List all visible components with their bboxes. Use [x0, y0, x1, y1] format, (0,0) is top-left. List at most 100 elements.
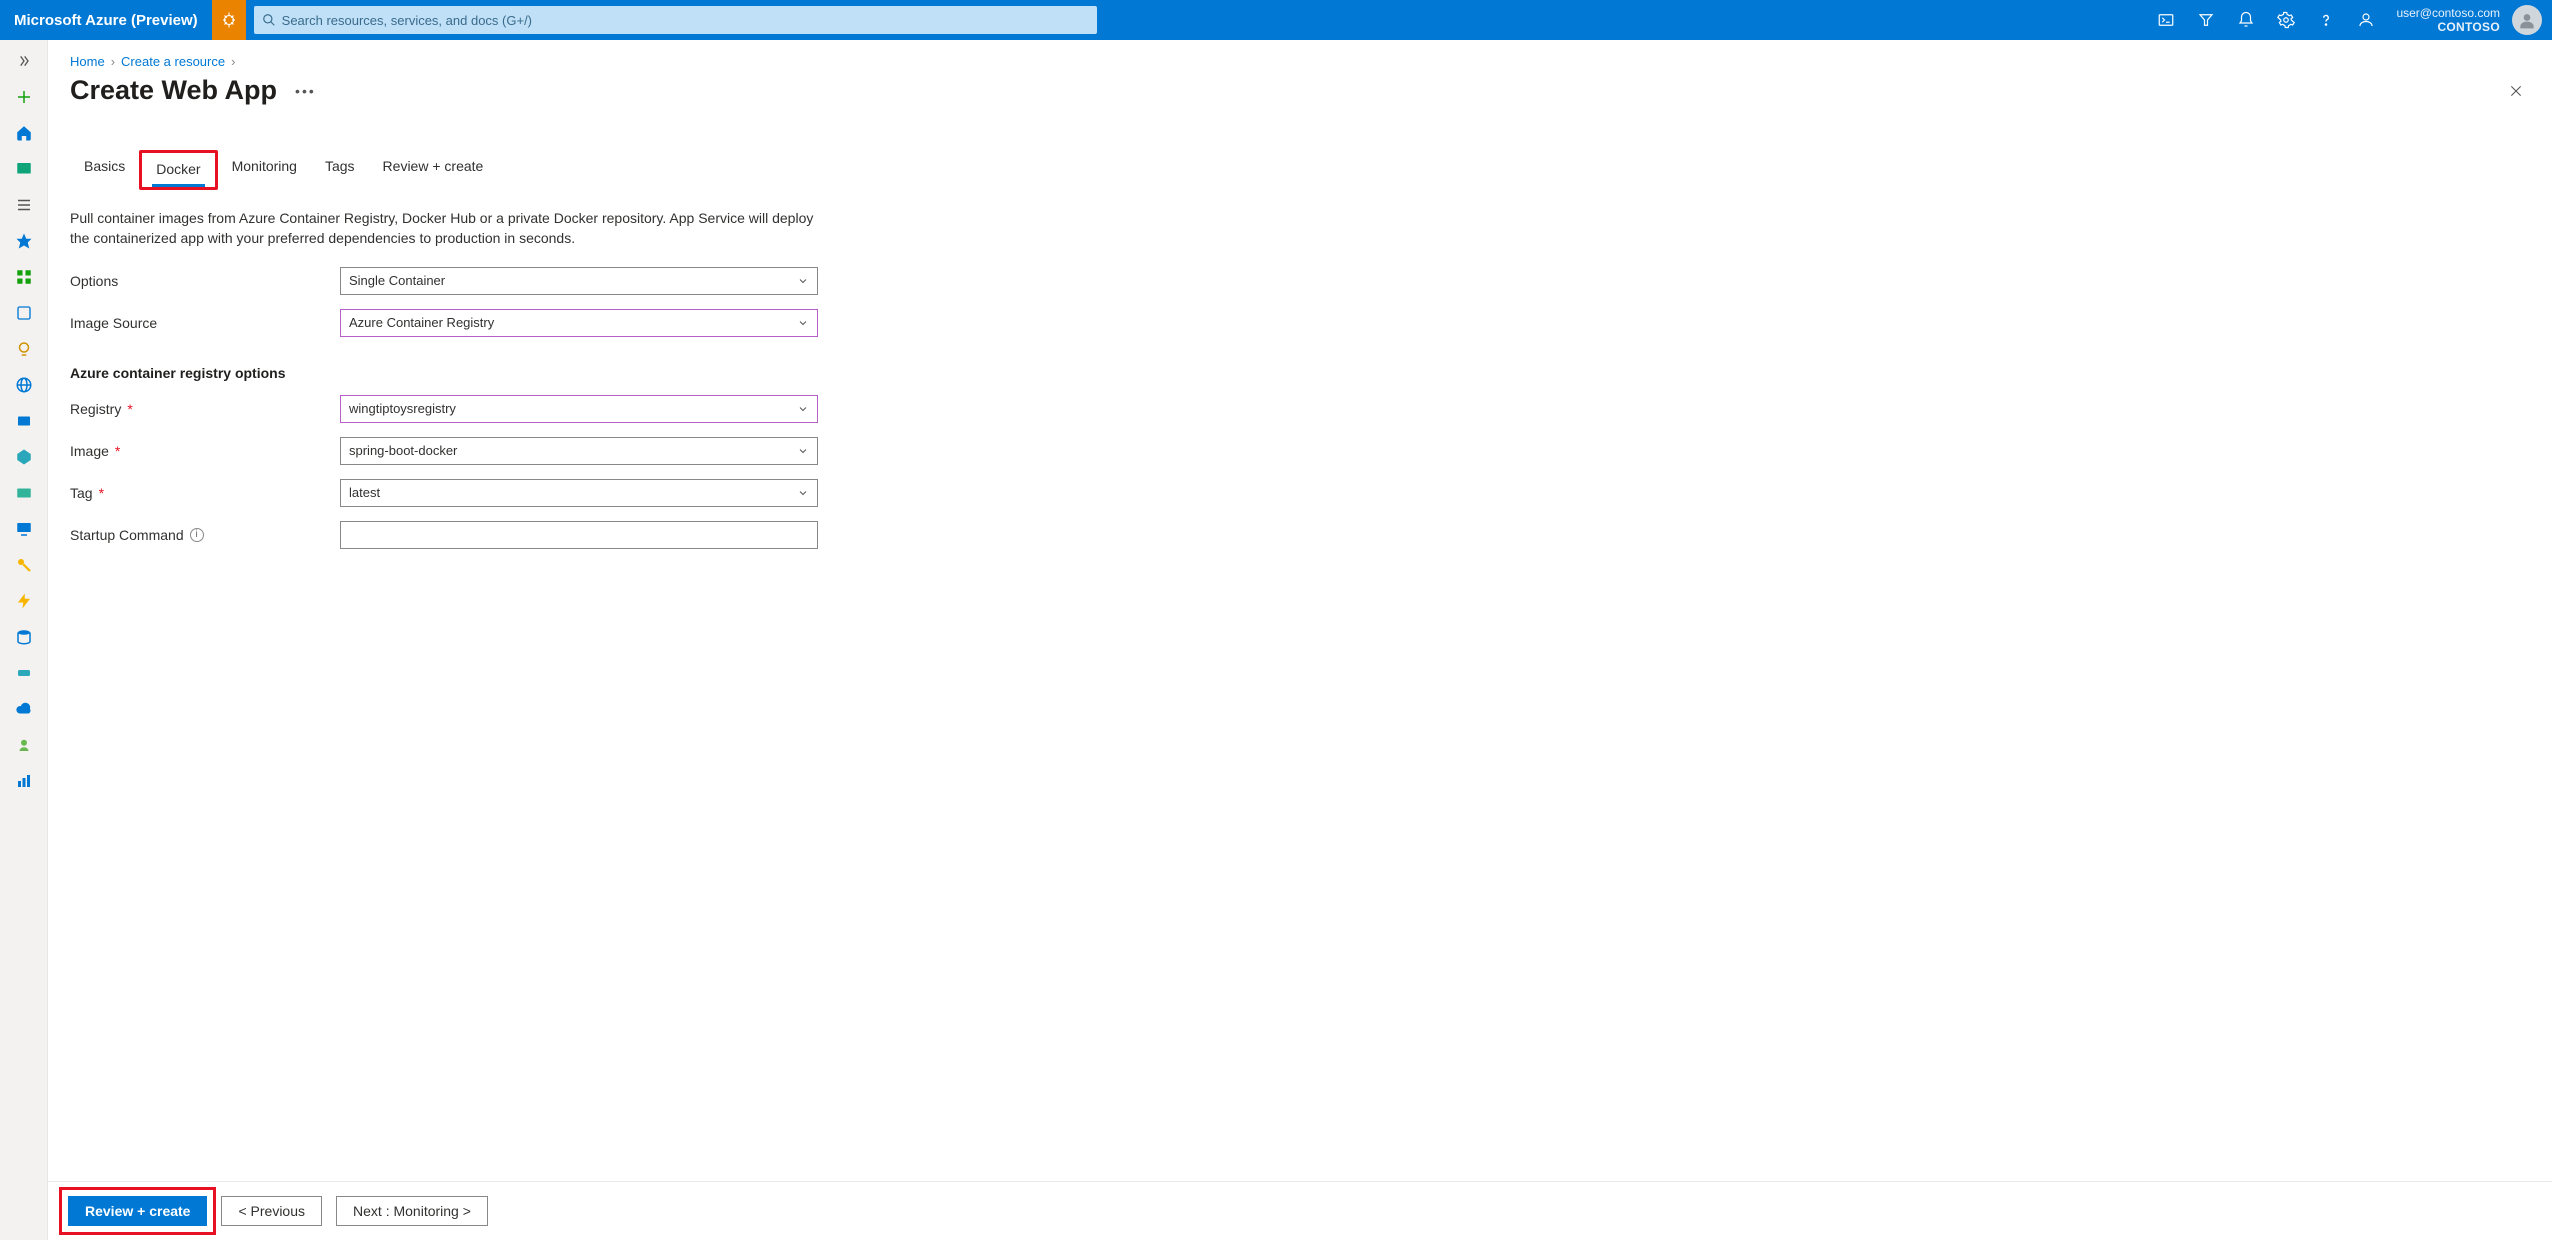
filter-icon	[2197, 11, 2215, 29]
chevron-down-icon	[797, 275, 809, 287]
tab-basics[interactable]: Basics	[70, 150, 139, 190]
rail-sql[interactable]	[0, 620, 48, 654]
rail-home[interactable]	[0, 116, 48, 150]
select-image[interactable]: spring-boot-docker	[340, 437, 818, 465]
gear-icon	[2277, 11, 2295, 29]
content: Home › Create a resource › Create Web Ap…	[48, 40, 2552, 1240]
close-button[interactable]	[2502, 77, 2530, 105]
label-image: Image*	[70, 443, 340, 459]
rail-azure-ad[interactable]	[0, 692, 48, 726]
search-icon	[262, 13, 276, 27]
help-button[interactable]	[2306, 0, 2346, 40]
kubernetes-icon	[15, 448, 33, 466]
preview-toggle[interactable]	[212, 0, 246, 40]
rail-expand[interactable]	[0, 44, 48, 78]
rail-storage[interactable]	[0, 476, 48, 510]
select-image-value: spring-boot-docker	[349, 443, 457, 458]
feedback-icon	[2357, 11, 2375, 29]
section-heading: Azure container registry options	[70, 365, 2530, 381]
storage-icon	[15, 484, 33, 502]
row-image-source: Image Source Azure Container Registry	[70, 309, 2530, 337]
rail-functions[interactable]	[0, 584, 48, 618]
feedback-button[interactable]	[2346, 0, 2386, 40]
row-options: Options Single Container	[70, 267, 2530, 295]
bulb-icon	[15, 340, 33, 358]
top-header: Microsoft Azure (Preview)	[0, 0, 2552, 40]
globe-icon	[15, 376, 33, 394]
key-icon	[15, 556, 33, 574]
rail-key-vault[interactable]	[0, 548, 48, 582]
rail-container-registry[interactable]	[0, 404, 48, 438]
rail-kubernetes[interactable]	[0, 440, 48, 474]
select-tag[interactable]: latest	[340, 479, 818, 507]
directory-filter-button[interactable]	[2186, 0, 2226, 40]
form: Options Single Container Image Source	[70, 267, 2530, 549]
label-registry: Registry*	[70, 401, 340, 417]
notifications-button[interactable]	[2226, 0, 2266, 40]
cloud-icon	[15, 700, 33, 718]
advisor-icon	[15, 736, 33, 754]
registry-icon	[15, 412, 33, 430]
shell: Home › Create a resource › Create Web Ap…	[0, 40, 2552, 1240]
cube-outline-icon	[15, 304, 33, 322]
help-icon	[2317, 11, 2335, 29]
input-startup-command[interactable]	[340, 521, 818, 549]
label-startup-command: Startup Command i	[70, 527, 340, 543]
avatar-icon	[2517, 10, 2537, 30]
chevron-down-icon	[797, 403, 809, 415]
select-options[interactable]: Single Container	[340, 267, 818, 295]
chevron-down-icon	[797, 487, 809, 499]
body-scroll[interactable]: Basics Docker Monitoring Tags Review + c…	[48, 114, 2552, 1181]
search-box[interactable]	[254, 6, 1097, 34]
chevron-down-icon	[797, 445, 809, 457]
top-icons: user@contoso.com CONTOSO	[2146, 0, 2552, 40]
tab-docker[interactable]: Docker	[139, 150, 217, 190]
required-asterisk: *	[99, 485, 104, 501]
rail-all-resources[interactable]	[0, 260, 48, 294]
rail-all-services[interactable]	[0, 188, 48, 222]
rail-app-services[interactable]	[0, 368, 48, 402]
breadcrumb-create-resource[interactable]: Create a resource	[121, 54, 225, 69]
tab-tags[interactable]: Tags	[311, 150, 369, 190]
page-title: Create Web App	[70, 75, 277, 106]
left-rail	[0, 40, 48, 1240]
review-create-button[interactable]: Review + create	[68, 1196, 207, 1226]
rail-monitor[interactable]	[0, 764, 48, 798]
search-input[interactable]	[282, 13, 1089, 28]
row-startup-command: Startup Command i	[70, 521, 2530, 549]
select-image-source[interactable]: Azure Container Registry	[340, 309, 818, 337]
cosmos-icon	[15, 664, 33, 682]
footer-actions: Review + create < Previous Next : Monito…	[48, 1181, 2552, 1240]
more-actions[interactable]: •••	[295, 83, 316, 99]
tab-monitoring[interactable]: Monitoring	[218, 150, 311, 190]
tab-description: Pull container images from Azure Contain…	[70, 208, 830, 249]
rail-quickstart[interactable]	[0, 332, 48, 366]
breadcrumb-sep: ›	[111, 54, 115, 69]
settings-button[interactable]	[2266, 0, 2306, 40]
grid-icon	[15, 268, 33, 286]
database-icon	[15, 628, 33, 646]
tab-review-create[interactable]: Review + create	[369, 150, 498, 190]
close-icon	[2508, 83, 2524, 99]
lightning-icon	[15, 592, 33, 610]
account-avatar[interactable]	[2512, 5, 2542, 35]
breadcrumb-home[interactable]: Home	[70, 54, 105, 69]
account-info[interactable]: user@contoso.com CONTOSO	[2386, 6, 2506, 34]
rail-favorites[interactable]	[0, 224, 48, 258]
select-options-value: Single Container	[349, 273, 445, 288]
rail-virtual-machines[interactable]	[0, 512, 48, 546]
cloud-shell-button[interactable]	[2146, 0, 2186, 40]
rail-cosmos[interactable]	[0, 656, 48, 690]
rail-create-resource[interactable]	[0, 80, 48, 114]
plus-icon	[15, 88, 33, 106]
select-registry-value: wingtiptoysregistry	[349, 401, 456, 416]
next-button[interactable]: Next : Monitoring >	[336, 1196, 488, 1226]
select-registry[interactable]: wingtiptoysregistry	[340, 395, 818, 423]
previous-button[interactable]: < Previous	[221, 1196, 322, 1226]
rail-resource-groups[interactable]	[0, 296, 48, 330]
info-icon[interactable]: i	[190, 528, 204, 542]
rail-dashboard[interactable]	[0, 152, 48, 186]
rail-advisor[interactable]	[0, 728, 48, 762]
home-icon	[15, 124, 33, 142]
brand: Microsoft Azure (Preview)	[0, 12, 212, 29]
